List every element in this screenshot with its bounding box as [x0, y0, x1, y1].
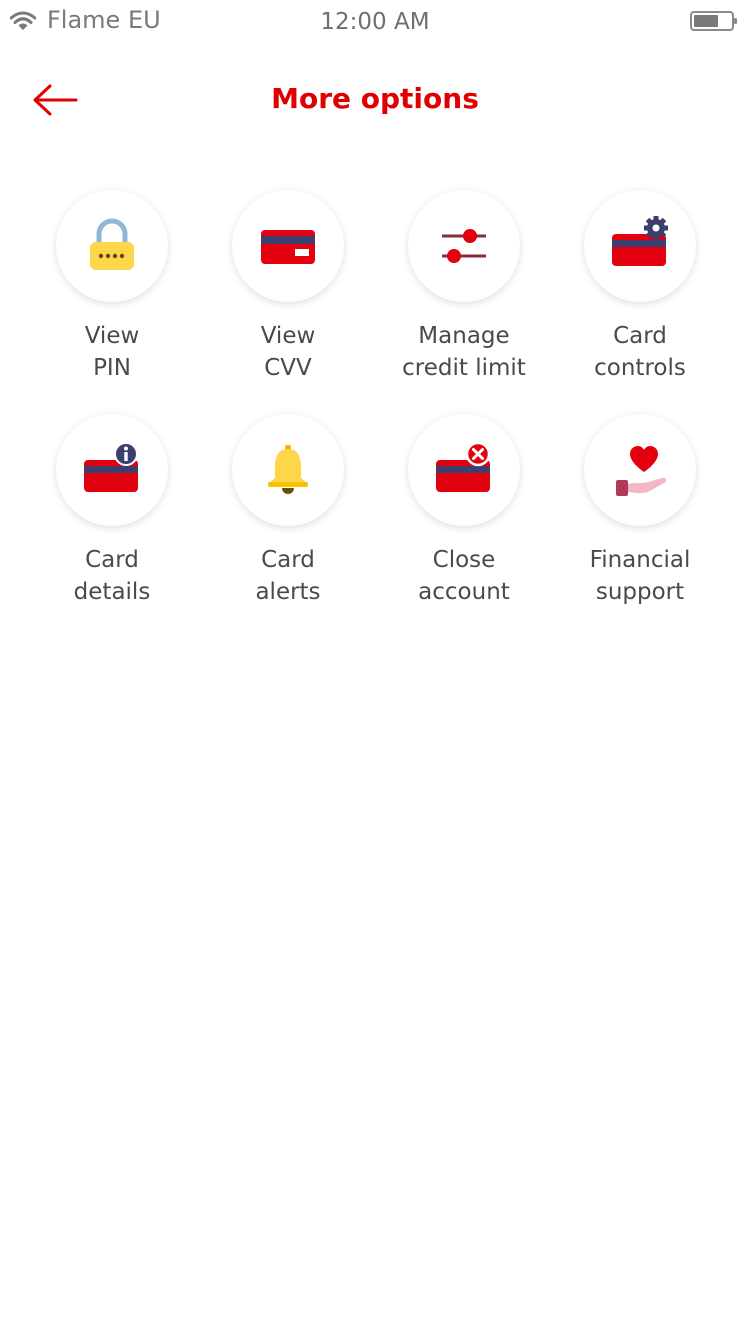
sliders-icon	[442, 229, 486, 263]
heart-hand-icon	[616, 446, 667, 496]
tile-label: Manage credit limit	[402, 323, 526, 381]
status-bar: Flame EU 12:00 AM	[0, 0, 750, 44]
card-controls-button[interactable]: Card controls	[552, 190, 728, 384]
page-title: More options	[271, 82, 479, 115]
padlock-icon	[90, 218, 134, 270]
icon-circle	[232, 414, 344, 526]
card-alerts-button[interactable]: Card alerts	[200, 414, 376, 608]
tile-label: Card alerts	[255, 547, 321, 605]
icon-circle	[408, 414, 520, 526]
icon-circle	[584, 190, 696, 302]
tile-label: Card details	[73, 547, 151, 605]
tile-label: View CVV	[260, 323, 316, 381]
card-close-icon	[436, 441, 491, 492]
card-cvv-icon	[261, 230, 315, 264]
icon-circle	[56, 190, 168, 302]
manage-credit-limit-button[interactable]: Manage credit limit	[376, 190, 552, 384]
tile-label: Financial support	[589, 547, 691, 605]
icon-circle	[56, 414, 168, 526]
bell-icon	[268, 445, 308, 494]
tile-label: Card controls	[594, 323, 686, 381]
options-grid: View PIN View CVV Manage credit limit Ca…	[24, 190, 728, 608]
icon-circle	[408, 190, 520, 302]
battery-icon	[690, 11, 737, 31]
close-account-button[interactable]: Close account	[376, 414, 552, 608]
card-details-button[interactable]: Card details	[24, 414, 200, 608]
card-settings-icon	[612, 216, 668, 266]
tile-label: View PIN	[84, 323, 140, 381]
header: More options	[0, 60, 750, 140]
card-info-icon	[84, 442, 138, 492]
tile-label: Close account	[418, 547, 510, 605]
clock-time: 12:00 AM	[320, 9, 430, 35]
view-cvv-button[interactable]: View CVV	[200, 190, 376, 384]
financial-support-button[interactable]: Financial support	[552, 414, 728, 608]
icon-circle	[232, 190, 344, 302]
view-pin-button[interactable]: View PIN	[24, 190, 200, 384]
icon-circle	[584, 414, 696, 526]
